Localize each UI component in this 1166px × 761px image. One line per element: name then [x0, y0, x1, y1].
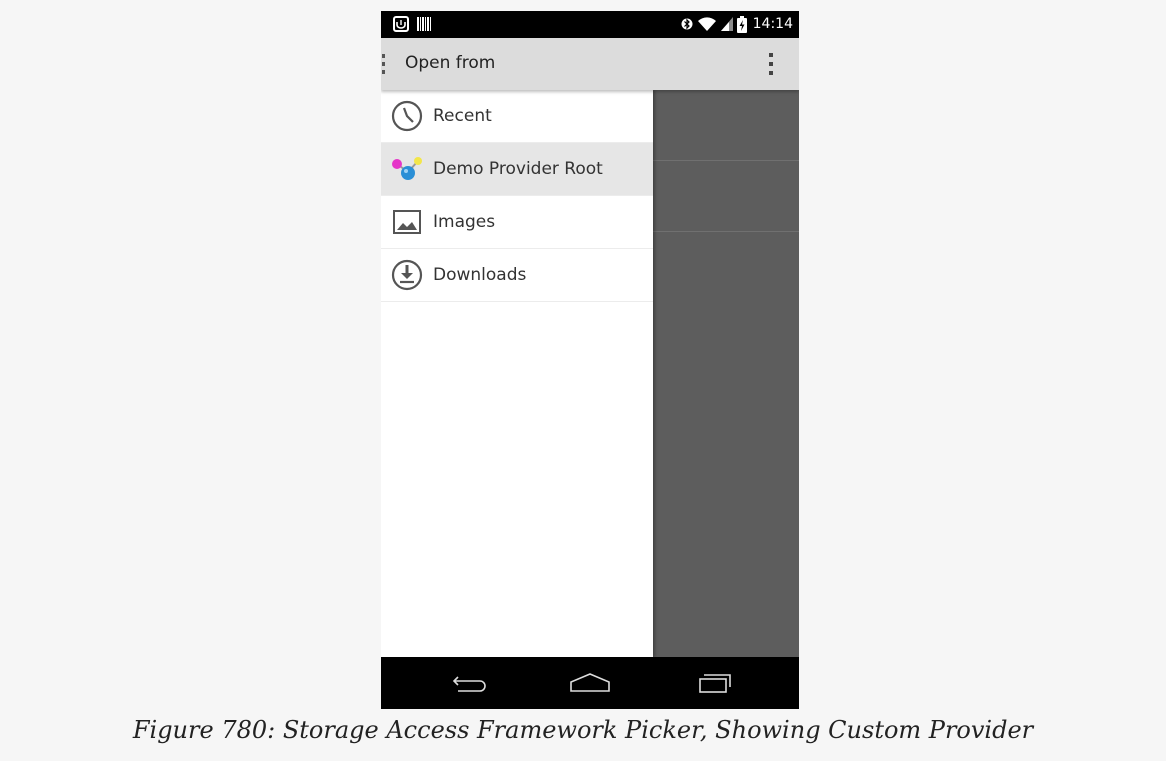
home-icon [570, 673, 610, 692]
roots-drawer: Recent Demo Provider Root Images Downloa… [381, 90, 653, 657]
molecule-icon [392, 157, 422, 180]
content-scrim[interactable] [653, 90, 799, 657]
battery-charging-icon [736, 15, 747, 33]
barcode-icon [417, 17, 431, 31]
content-divider [653, 160, 799, 161]
home-button[interactable] [560, 667, 620, 699]
bluetooth-icon [681, 18, 693, 30]
wifi-icon [697, 17, 716, 31]
root-label: Recent [433, 106, 492, 126]
notification-app-icon [393, 16, 409, 32]
recents-button[interactable] [686, 667, 746, 699]
recents-icon [699, 674, 731, 693]
root-item-downloads[interactable]: Downloads [381, 249, 653, 302]
action-bar-title: Open from [405, 53, 496, 73]
root-label: Images [433, 212, 496, 232]
navigation-bar [381, 657, 799, 709]
status-time: 14:14 [752, 16, 793, 32]
signal-icon [720, 17, 733, 31]
root-item-demo-provider[interactable]: Demo Provider Root [381, 143, 653, 196]
action-bar: Open from [381, 38, 799, 90]
clock-icon [391, 100, 423, 132]
overflow-menu-icon[interactable] [763, 51, 779, 77]
root-label: Downloads [433, 265, 527, 285]
back-button[interactable] [440, 667, 500, 699]
root-item-images[interactable]: Images [381, 196, 653, 249]
drawer-indicator-icon[interactable] [381, 54, 387, 74]
content-divider [653, 231, 799, 232]
root-item-recent[interactable]: Recent [381, 90, 653, 143]
image-icon [393, 210, 421, 234]
phone-screen: 14:14 Open from Recent Demo Provider Roo… [381, 11, 799, 709]
back-icon [452, 676, 486, 692]
root-label: Demo Provider Root [433, 159, 603, 179]
status-bar: 14:14 [381, 11, 799, 38]
figure-caption: Figure 780: Storage Access Framework Pic… [132, 716, 1034, 744]
download-icon [391, 259, 423, 291]
